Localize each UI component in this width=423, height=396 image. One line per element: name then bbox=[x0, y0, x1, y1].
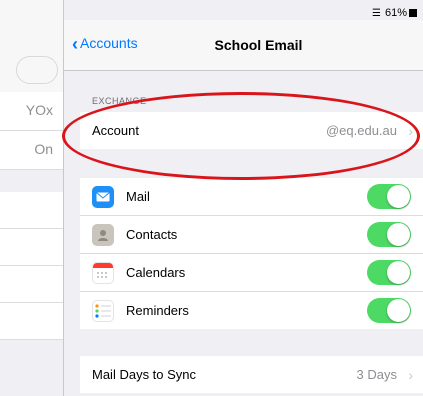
toggle-knob bbox=[387, 299, 410, 322]
battery-icon bbox=[409, 9, 417, 18]
navigation-bar: ‹ Accounts School Email bbox=[64, 20, 423, 71]
mail-days-row[interactable]: Mail Days to Sync 3 Days › bbox=[80, 356, 423, 393]
calendars-toggle[interactable] bbox=[367, 260, 411, 285]
wifi-icon: ☰ bbox=[372, 8, 381, 19]
account-row[interactable]: Account @eq.edu.au › bbox=[80, 112, 423, 149]
master-list-item[interactable] bbox=[0, 192, 63, 229]
reminders-label: Reminders bbox=[126, 303, 189, 318]
status-bar: ☰ 61% bbox=[372, 7, 417, 19]
reminders-toggle[interactable] bbox=[367, 298, 411, 323]
mail-days-group: Mail Days to Sync 3 Days › bbox=[80, 356, 423, 393]
master-list-item[interactable] bbox=[0, 303, 63, 340]
contacts-label: Contacts bbox=[126, 227, 178, 242]
master-list-item[interactable]: YOx bbox=[0, 92, 63, 131]
chevron-right-icon: › bbox=[408, 366, 413, 383]
toggle-knob bbox=[387, 185, 410, 208]
contacts-icon bbox=[92, 223, 114, 246]
reminders-row: Reminders bbox=[80, 292, 423, 329]
section-header-exchange: EXCHANGE bbox=[92, 96, 147, 106]
mail-icon bbox=[92, 185, 114, 208]
chevron-right-icon: › bbox=[408, 122, 413, 139]
master-list-item-label: On bbox=[34, 141, 53, 157]
calendars-row: Calendars bbox=[80, 254, 423, 292]
mail-toggle[interactable] bbox=[367, 184, 411, 209]
calendar-icon bbox=[92, 261, 114, 284]
sync-group: Mail Contacts Calendars Reminders bbox=[80, 178, 423, 329]
toggle-knob bbox=[387, 223, 410, 246]
master-pane: YOx On bbox=[0, 0, 64, 396]
account-value: @eq.edu.au bbox=[325, 123, 397, 138]
calendars-label: Calendars bbox=[126, 265, 186, 280]
master-list-item-label: YOx bbox=[25, 102, 53, 118]
exchange-group: Account @eq.edu.au › bbox=[80, 112, 423, 149]
toggle-knob bbox=[387, 261, 410, 284]
page-title: School Email bbox=[214, 37, 303, 53]
mail-row: Mail bbox=[80, 178, 423, 216]
contacts-toggle[interactable] bbox=[367, 222, 411, 247]
mail-days-value: 3 Days bbox=[356, 367, 397, 382]
mail-label: Mail bbox=[126, 189, 150, 204]
master-list-item[interactable]: On bbox=[0, 131, 63, 170]
master-list-item[interactable] bbox=[0, 266, 63, 303]
mail-days-label: Mail Days to Sync bbox=[92, 367, 197, 382]
reminders-icon bbox=[92, 299, 114, 322]
battery-percent: 61% bbox=[384, 7, 407, 19]
contacts-row: Contacts bbox=[80, 216, 423, 254]
master-pane-control bbox=[16, 56, 58, 84]
master-list-item[interactable] bbox=[0, 229, 63, 266]
account-label: Account bbox=[92, 123, 139, 138]
